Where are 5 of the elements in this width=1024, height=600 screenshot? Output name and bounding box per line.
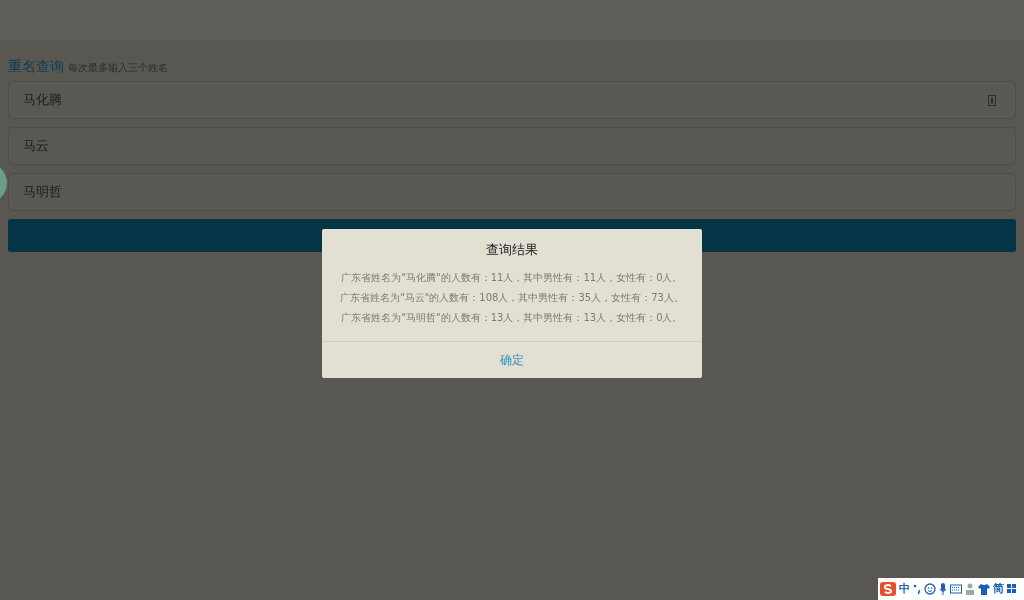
dialog-title: 查询结果: [485, 241, 539, 259]
result-text: 广东省姓名为"马云"的人数有：108人，其中男性有：35人，女性有：73人。: [339, 290, 685, 305]
result-text: 广东省姓名为"马化腾"的人数有：11人，其中男性有：11人，女性有：0人。: [340, 270, 684, 285]
result-text: 广东省姓名为"马明哲"的人数有：13人，其中男性有：13人，女性有：0人。: [340, 310, 684, 325]
page-title: 重名查询: [8, 57, 64, 76]
